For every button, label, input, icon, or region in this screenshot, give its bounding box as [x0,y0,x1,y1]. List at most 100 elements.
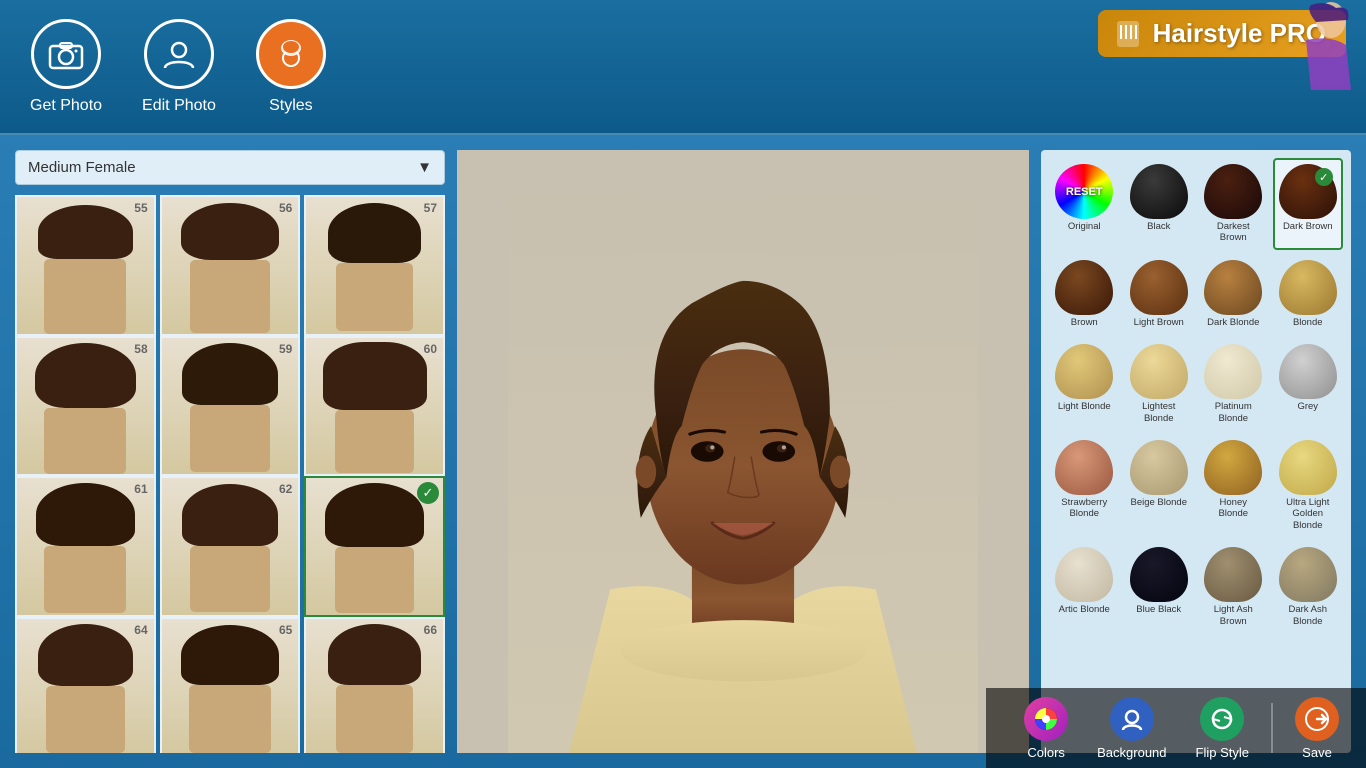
edit-photo-label: Edit Photo [142,97,216,115]
color-item-honey-blonde[interactable]: Honey Blonde [1198,434,1269,537]
color-item-dark-ash-blonde[interactable]: Dark Ash Blonde [1273,541,1344,633]
color-label-ultra-light-golden-blonde: Ultra Light Golden Blonde [1279,497,1338,531]
style-item-64[interactable]: 64 [15,617,156,754]
color-grid: RESET Original Black Darkest Brown [1049,158,1343,633]
color-swatch-dark-blonde [1204,260,1262,315]
color-swatch-grey [1279,344,1337,399]
color-label-black: Black [1147,221,1170,232]
style-item-56[interactable]: 56 [160,195,301,336]
color-item-light-ash-brown[interactable]: Light Ash Brown [1198,541,1269,633]
nav-item-edit-photo[interactable]: Edit Photo [142,19,216,115]
color-label-brown: Brown [1071,317,1098,328]
color-label-platinum-blonde: Platinum Blonde [1204,401,1263,424]
style-dropdown[interactable]: Medium Female ▼ [15,150,445,185]
color-label-blue-black: Blue Black [1136,604,1181,615]
bottom-bar: Colors Background Flip Style [986,688,1366,768]
color-item-artic-blonde[interactable]: Artic Blonde [1049,541,1120,633]
color-item-lightest-blonde[interactable]: Lightest Blonde [1124,338,1195,430]
brand: Hairstyle PRO [1098,10,1346,57]
color-swatch-lightest-blonde [1130,344,1188,399]
background-icon [1110,697,1154,741]
dropdown-label: Medium Female [28,159,136,176]
style-item-55[interactable]: 55 [15,195,156,336]
color-label-honey-blonde: Honey Blonde [1204,497,1263,520]
color-item-ultra-light-golden-blonde[interactable]: Ultra Light Golden Blonde [1273,434,1344,537]
color-label-beige-blonde: Beige Blonde [1130,497,1187,508]
reset-swatch: RESET [1055,164,1113,219]
nav-items: Get Photo Edit Photo Styles [30,19,326,115]
style-item-58[interactable]: 58 [15,336,156,477]
color-label-dark-ash-blonde: Dark Ash Blonde [1279,604,1338,627]
color-item-strawberry-blonde[interactable]: Strawberry Blonde [1049,434,1120,537]
style-item-66[interactable]: 66 [304,617,445,754]
flip-style-button[interactable]: Flip Style [1184,691,1261,766]
color-swatch-strawberry-blonde [1055,440,1113,495]
bottom-bar-divider [1271,703,1273,753]
dropdown-arrow-icon: ▼ [417,159,432,176]
background-label: Background [1097,745,1166,760]
save-label: Save [1302,745,1332,760]
brand-background: Hairstyle PRO [1098,10,1346,57]
color-item-light-blonde[interactable]: Light Blonde [1049,338,1120,430]
color-swatch-artic-blonde [1055,547,1113,602]
color-label-blonde: Blonde [1293,317,1323,328]
color-item-blonde[interactable]: Blonde [1273,254,1344,334]
save-button[interactable]: Save [1283,691,1351,766]
color-swatch-dark-ash-blonde [1279,547,1337,602]
color-swatch-platinum-blonde [1204,344,1262,399]
brand-comb-icon [1113,19,1143,49]
color-swatch-ultra-light-golden-blonde [1279,440,1337,495]
color-item-platinum-blonde[interactable]: Platinum Blonde [1198,338,1269,430]
color-item-light-brown[interactable]: Light Brown [1124,254,1195,334]
styles-icon [256,19,326,89]
color-swatch-blue-black [1130,547,1188,602]
color-swatch-dark-brown: ✓ [1279,164,1337,219]
color-item-darkest-brown[interactable]: Darkest Brown [1198,158,1269,250]
style-grid: 55 56 57 [15,195,445,753]
color-label-lightest-blonde: Lightest Blonde [1130,401,1189,424]
save-icon [1295,697,1339,741]
style-item-59[interactable]: 59 [160,336,301,477]
style-item-57[interactable]: 57 [304,195,445,336]
color-label-reset: Original [1068,221,1101,232]
selected-check-icon: ✓ [417,482,439,504]
header: Get Photo Edit Photo Styles [0,0,1366,135]
color-item-black[interactable]: Black [1124,158,1195,250]
background-button[interactable]: Background [1085,691,1178,766]
style-item-60[interactable]: 60 [304,336,445,477]
colors-button[interactable]: Colors [1012,691,1080,766]
get-photo-label: Get Photo [30,97,102,115]
color-label-light-blonde: Light Blonde [1058,401,1111,412]
color-label-strawberry-blonde: Strawberry Blonde [1055,497,1114,520]
edit-photo-icon [144,19,214,89]
center-panel [457,150,1029,753]
color-label-dark-blonde: Dark Blonde [1207,317,1259,328]
colors-label: Colors [1027,745,1065,760]
nav-item-styles[interactable]: Styles [256,19,326,115]
style-item-65[interactable]: 65 [160,617,301,754]
style-item-61[interactable]: 61 [15,476,156,617]
flip-style-icon [1200,697,1244,741]
color-item-dark-blonde[interactable]: Dark Blonde [1198,254,1269,334]
color-swatch-light-brown [1130,260,1188,315]
color-swatch-light-blonde [1055,344,1113,399]
color-item-reset[interactable]: RESET Original [1049,158,1120,250]
style-item-63[interactable]: ✓ [304,476,445,617]
color-item-dark-brown[interactable]: ✓ Dark Brown [1273,158,1344,250]
left-panel: Medium Female ▼ 55 56 57 [15,150,445,753]
color-label-artic-blonde: Artic Blonde [1059,604,1110,615]
brand-decoration [1276,0,1356,100]
color-item-brown[interactable]: Brown [1049,254,1120,334]
color-swatch-honey-blonde [1204,440,1262,495]
color-label-light-brown: Light Brown [1134,317,1184,328]
style-item-62[interactable]: 62 [160,476,301,617]
color-label-light-ash-brown: Light Ash Brown [1204,604,1263,627]
color-label-dark-brown: Dark Brown [1283,221,1333,232]
nav-item-get-photo[interactable]: Get Photo [30,19,102,115]
color-swatch-beige-blonde [1130,440,1188,495]
color-swatch-black [1130,164,1188,219]
color-swatch-brown [1055,260,1113,315]
color-item-grey[interactable]: Grey [1273,338,1344,430]
color-item-blue-black[interactable]: Blue Black [1124,541,1195,633]
color-item-beige-blonde[interactable]: Beige Blonde [1124,434,1195,537]
